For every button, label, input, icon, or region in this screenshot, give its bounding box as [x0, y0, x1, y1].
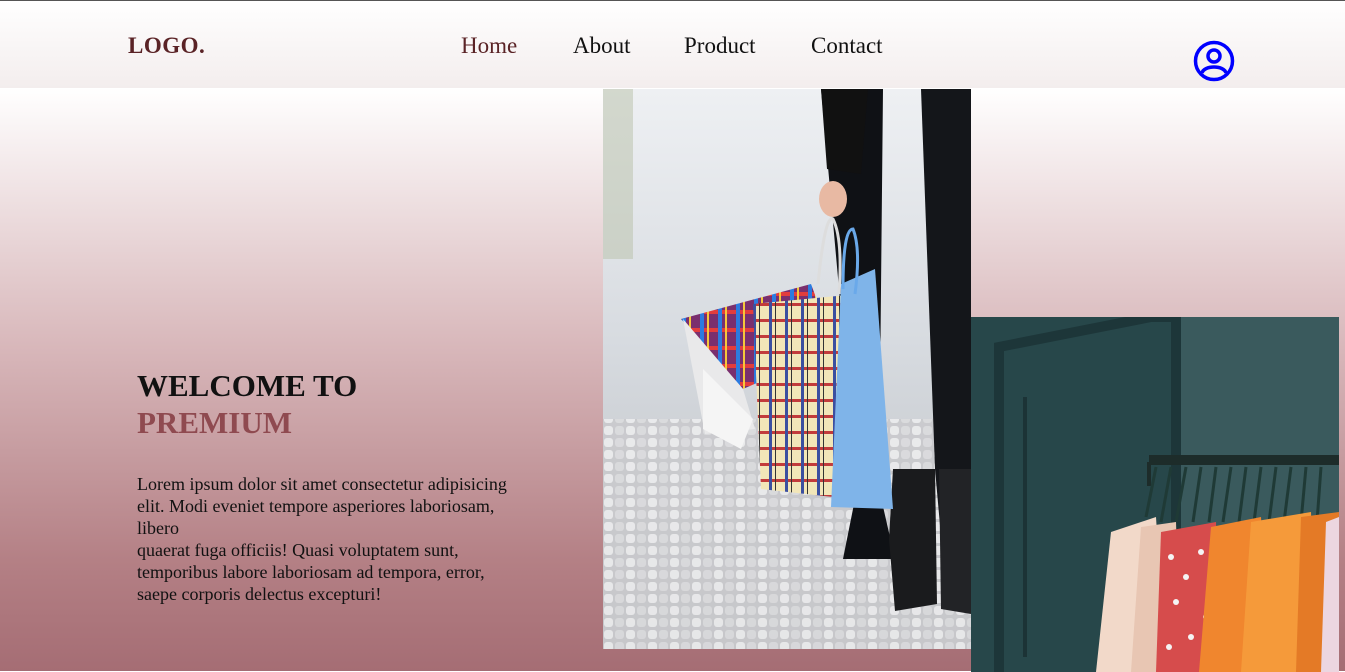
hero-title: WELCOME TO PREMIUM [137, 367, 357, 441]
paragraph-line: Lorem ipsum dolor sit amet consectetur a… [137, 474, 507, 494]
paragraph-line: libero [137, 518, 179, 538]
paragraph-line: saepe corporis delectus excepturi! [137, 584, 382, 604]
nav-link-contact[interactable]: Contact [811, 33, 883, 59]
nav-link-product[interactable]: Product [684, 33, 756, 59]
nav-link-about[interactable]: About [573, 33, 631, 59]
shopping-bags-photo [603, 89, 971, 649]
paragraph-line: elit. Modi eveniet tempore asperiores la… [137, 496, 495, 516]
hero-paragraph: Lorem ipsum dolor sit amet consectetur a… [137, 473, 537, 605]
hero-title-accent: PREMIUM [137, 405, 292, 440]
clothing-rack-photo [971, 317, 1339, 672]
paragraph-line: temporibus labore laboriosam ad tempora,… [137, 562, 485, 582]
navbar: LOGO. Home About Product Contact [0, 1, 1345, 88]
hero-title-line1: WELCOME TO [137, 368, 358, 403]
user-circle-icon[interactable] [1193, 40, 1235, 82]
nav-link-home[interactable]: Home [461, 33, 517, 59]
logo[interactable]: LOGO. [128, 33, 205, 59]
paragraph-line: quaerat fuga officiis! Quasi voluptatem … [137, 540, 459, 560]
